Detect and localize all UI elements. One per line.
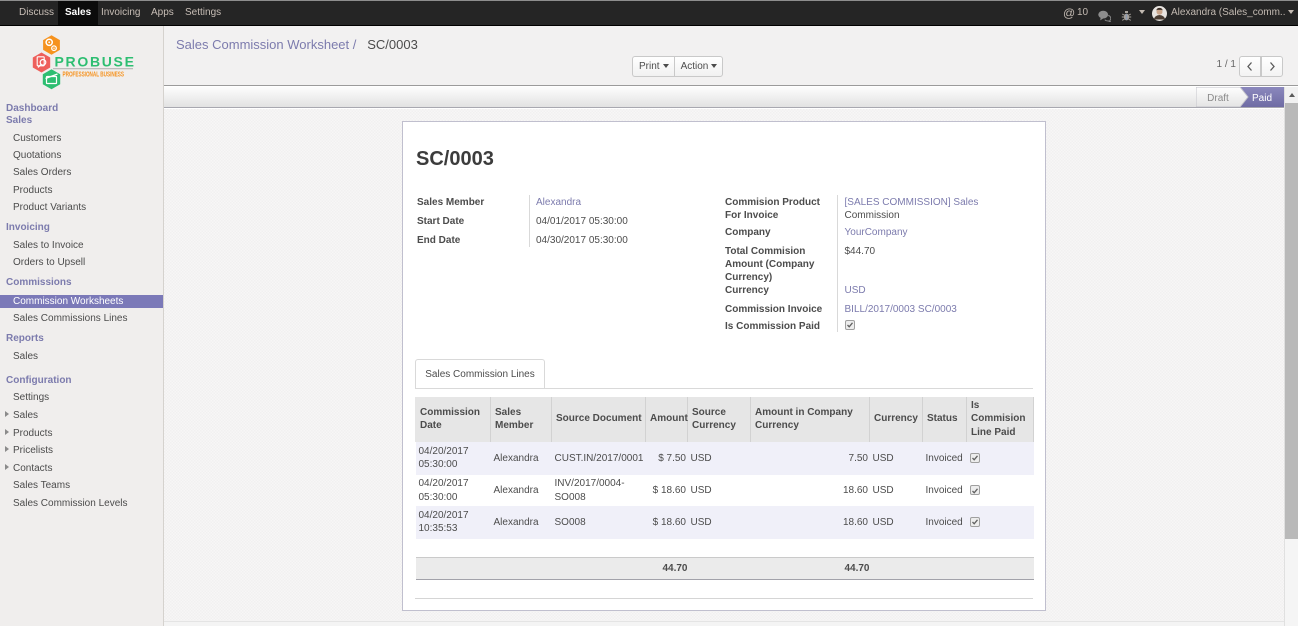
svg-text:PROBUSE: PROBUSE <box>55 54 136 70</box>
svg-text:Draft: Draft <box>1207 93 1229 104</box>
svg-text:Paid: Paid <box>1252 93 1272 104</box>
svg-text:PROFESSIONAL BUSINESS: PROFESSIONAL BUSINESS <box>63 71 125 78</box>
